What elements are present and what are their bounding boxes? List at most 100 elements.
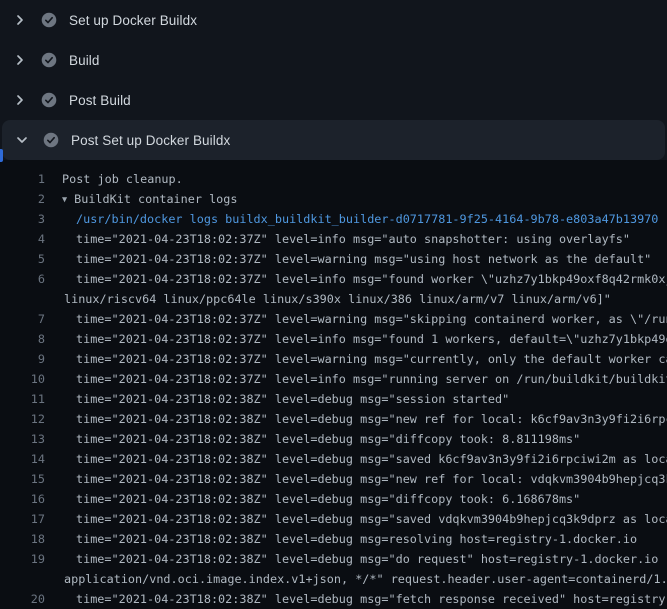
log-text: /usr/bin/docker logs buildx_buildkit_bui… [62,209,658,229]
log-text: time="2021-04-23T18:02:37Z" level=info m… [62,269,667,289]
log-text: time="2021-04-23T18:02:37Z" level=warnin… [62,249,651,269]
log-text-content: BuildKit container logs [74,192,237,206]
log-text: application/vnd.oci.image.index.v1+json,… [62,569,667,589]
log-text-content: time="2021-04-23T18:02:38Z" level=debug … [76,452,667,466]
log-line: application/vnd.oci.image.index.v1+json,… [0,569,667,589]
line-number[interactable]: 19 [0,549,45,569]
line-number[interactable] [0,289,45,309]
log-text-content: time="2021-04-23T18:02:37Z" level=info m… [76,372,667,386]
log-line: 8 time="2021-04-23T18:02:37Z" level=info… [0,329,667,349]
line-number[interactable]: 2 [0,189,45,209]
log-text: time="2021-04-23T18:02:38Z" level=debug … [62,409,667,429]
actions-log-viewer: Set up Docker Buildx Build Post Build [0,0,667,609]
active-step-accent [0,149,3,162]
log-text-content: time="2021-04-23T18:02:37Z" level=warnin… [76,312,667,326]
log-line: 9 time="2021-04-23T18:02:37Z" level=warn… [0,349,667,369]
log-line: 12 time="2021-04-23T18:02:38Z" level=deb… [0,409,667,429]
line-number[interactable]: 3 [0,209,45,229]
line-number[interactable]: 7 [0,309,45,329]
chevron-right-icon [12,92,28,108]
line-number[interactable]: 16 [0,489,45,509]
check-circle-icon [41,52,57,68]
line-number[interactable]: 6 [0,269,45,289]
log-line: 7 time="2021-04-23T18:02:37Z" level=warn… [0,309,667,329]
step-header[interactable]: Build [0,40,667,80]
check-circle-icon [41,12,57,28]
step-label: Post Set up Docker Buildx [71,133,230,148]
step-label: Post Build [69,93,131,108]
log-text-content: /usr/bin/docker logs buildx_buildkit_bui… [76,212,658,226]
log-area[interactable]: 1 Post job cleanup. 2 ▼ BuildKit containe… [0,160,667,609]
line-number[interactable]: 4 [0,229,45,249]
log-line: 14 time="2021-04-23T18:02:38Z" level=deb… [0,449,667,469]
log-text: time="2021-04-23T18:02:38Z" level=debug … [62,449,667,469]
log-text: time="2021-04-23T18:02:38Z" level=debug … [62,469,667,489]
log-text: time="2021-04-23T18:02:37Z" level=warnin… [62,309,667,329]
log-text-content: time="2021-04-23T18:02:38Z" level=debug … [76,552,667,566]
step-header[interactable]: Set up Docker Buildx [0,0,667,40]
log-text-content: linux/riscv64 linux/ppc64le linux/s390x … [64,292,611,306]
chevron-right-icon [12,12,28,28]
log-text-content: time="2021-04-23T18:02:38Z" level=debug … [76,412,667,426]
log-text: time="2021-04-23T18:02:38Z" level=debug … [62,429,580,449]
log-line: 13 time="2021-04-23T18:02:38Z" level=deb… [0,429,667,449]
log-line: 4 time="2021-04-23T18:02:37Z" level=info… [0,229,667,249]
log-text: Post job cleanup. [62,169,183,189]
step-header[interactable]: Post Build [0,80,667,120]
step-header[interactable]: Post Set up Docker Buildx [2,120,665,160]
log-text: time="2021-04-23T18:02:38Z" level=debug … [62,489,580,509]
line-number[interactable]: 8 [0,329,45,349]
line-number[interactable]: 18 [0,529,45,549]
log-text-content: time="2021-04-23T18:02:38Z" level=debug … [76,512,667,526]
log-line: 3 /usr/bin/docker logs buildx_buildkit_b… [0,209,667,229]
step-label: Build [69,53,100,68]
line-number[interactable]: 14 [0,449,45,469]
log-text: time="2021-04-23T18:02:38Z" level=debug … [62,589,667,609]
log-text-content: time="2021-04-23T18:02:37Z" level=info m… [76,232,630,246]
log-text: time="2021-04-23T18:02:37Z" level=info m… [62,329,667,349]
log-text: time="2021-04-23T18:02:38Z" level=debug … [62,529,637,549]
log-text: ▼ BuildKit container logs [62,189,237,209]
log-text-content: time="2021-04-23T18:02:38Z" level=debug … [76,472,667,486]
line-number[interactable]: 13 [0,429,45,449]
check-circle-icon [43,132,59,148]
log-text-content: time="2021-04-23T18:02:37Z" level=warnin… [76,252,651,266]
line-number[interactable]: 11 [0,389,45,409]
chevron-down-icon [14,132,30,148]
line-number[interactable]: 15 [0,469,45,489]
log-text: linux/riscv64 linux/ppc64le linux/s390x … [62,289,611,309]
log-text: time="2021-04-23T18:02:38Z" level=debug … [62,549,667,569]
step-label: Set up Docker Buildx [69,13,197,28]
line-number[interactable]: 12 [0,409,45,429]
log-line: 2 ▼ BuildKit container logs [0,189,667,209]
log-text: time="2021-04-23T18:02:37Z" level=warnin… [62,349,667,369]
log-text-content: time="2021-04-23T18:02:38Z" level=debug … [76,532,637,546]
log-text-content: time="2021-04-23T18:02:37Z" level=info m… [76,272,667,286]
log-text-content: time="2021-04-23T18:02:38Z" level=debug … [76,392,509,406]
log-text: time="2021-04-23T18:02:38Z" level=debug … [62,509,667,529]
check-circle-icon [41,92,57,108]
log-text-content: time="2021-04-23T18:02:37Z" level=warnin… [76,352,667,366]
log-line: 1 Post job cleanup. [0,169,667,189]
log-line: 17 time="2021-04-23T18:02:38Z" level=deb… [0,509,667,529]
log-text-content: time="2021-04-23T18:02:38Z" level=debug … [76,592,667,606]
line-number[interactable]: 20 [0,589,45,609]
log-line: 20 time="2021-04-23T18:02:38Z" level=deb… [0,589,667,609]
line-number[interactable]: 10 [0,369,45,389]
log-line: 19 time="2021-04-23T18:02:38Z" level=deb… [0,549,667,569]
log-line: 10 time="2021-04-23T18:02:37Z" level=inf… [0,369,667,389]
log-text-content: time="2021-04-23T18:02:37Z" level=info m… [76,332,667,346]
log-text: time="2021-04-23T18:02:37Z" level=info m… [62,369,667,389]
log-text-content: time="2021-04-23T18:02:38Z" level=debug … [76,432,580,446]
line-number[interactable]: 5 [0,249,45,269]
line-number[interactable]: 9 [0,349,45,369]
line-number[interactable] [0,569,45,589]
log-line: 5 time="2021-04-23T18:02:37Z" level=warn… [0,249,667,269]
line-number[interactable]: 1 [0,169,45,189]
log-line: 15 time="2021-04-23T18:02:38Z" level=deb… [0,469,667,489]
log-text-content: application/vnd.oci.image.index.v1+json,… [64,572,667,586]
line-number[interactable]: 17 [0,509,45,529]
group-toggle-icon[interactable]: ▼ [62,195,67,205]
log-text: time="2021-04-23T18:02:37Z" level=info m… [62,229,630,249]
log-line: 16 time="2021-04-23T18:02:38Z" level=deb… [0,489,667,509]
